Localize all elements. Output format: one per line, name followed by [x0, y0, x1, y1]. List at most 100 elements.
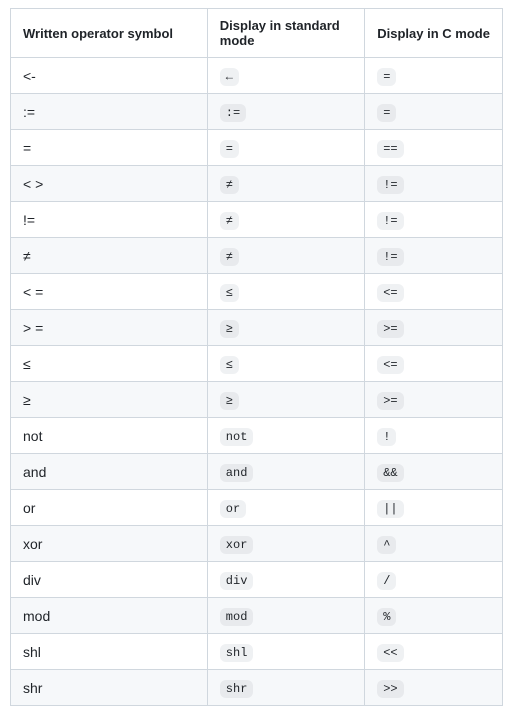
cell-cmode: !=: [365, 202, 503, 238]
cell-written: div: [11, 562, 208, 598]
cell-standard: ≠: [207, 166, 364, 202]
cell-cmode: %: [365, 598, 503, 634]
cmode-display: ==: [377, 140, 403, 158]
cell-standard: shl: [207, 634, 364, 670]
cell-standard: xor: [207, 526, 364, 562]
cell-cmode: &&: [365, 454, 503, 490]
cmode-display: !: [377, 428, 396, 446]
table-row: ≤ ≤ <=: [11, 346, 503, 382]
cell-written: shr: [11, 670, 208, 706]
cell-cmode: ^: [365, 526, 503, 562]
cell-standard: =: [207, 130, 364, 166]
standard-display: xor: [220, 536, 254, 554]
cell-written: <-: [11, 58, 208, 94]
table-row: < > ≠ !=: [11, 166, 503, 202]
table-header: Written operator symbol Display in stand…: [11, 9, 503, 58]
cell-cmode: =: [365, 94, 503, 130]
cmode-display: !=: [377, 248, 403, 266]
cell-standard: and: [207, 454, 364, 490]
standard-display: ≠: [220, 176, 239, 194]
cmode-display: >=: [377, 320, 403, 338]
cell-written: xor: [11, 526, 208, 562]
cell-cmode: <=: [365, 346, 503, 382]
cell-written: and: [11, 454, 208, 490]
table-row: shlshl<<: [11, 634, 503, 670]
cell-written: or: [11, 490, 208, 526]
standard-display: ≥: [220, 392, 239, 410]
cell-cmode: >>: [365, 670, 503, 706]
cell-written: < >: [11, 166, 208, 202]
cell-standard: :=: [207, 94, 364, 130]
cmode-display: >>: [377, 680, 403, 698]
table-row: :=:==: [11, 94, 503, 130]
cell-cmode: !: [365, 418, 503, 454]
written-operator: <-: [23, 68, 36, 84]
standard-display: ≥: [220, 320, 239, 338]
standard-display: and: [220, 464, 254, 482]
standard-display: ≠: [220, 212, 239, 230]
cell-standard: div: [207, 562, 364, 598]
table-row: xor xor ^: [11, 526, 503, 562]
cmode-display: &&: [377, 464, 403, 482]
cell-written: shl: [11, 634, 208, 670]
page-root: Written operator symbol Display in stand…: [0, 0, 513, 714]
cmode-display: ||: [377, 500, 403, 518]
cell-cmode: ==: [365, 130, 503, 166]
written-operator: > =: [23, 320, 43, 336]
written-operator: !=: [23, 212, 35, 228]
cmode-display: /: [377, 572, 396, 590]
cell-standard: mod: [207, 598, 364, 634]
table-row: <- ← =: [11, 58, 503, 94]
written-operator: shl: [23, 644, 41, 660]
cell-cmode: /: [365, 562, 503, 598]
cmode-display: !=: [377, 212, 403, 230]
table-row: and and &&: [11, 454, 503, 490]
cell-standard: or: [207, 490, 364, 526]
cell-cmode: <<: [365, 634, 503, 670]
cmode-display: =: [377, 104, 396, 122]
written-operator: =: [23, 140, 31, 156]
cmode-display: =: [377, 68, 396, 86]
cell-standard: shr: [207, 670, 364, 706]
operator-table: Written operator symbol Display in stand…: [10, 8, 503, 706]
standard-display: ←: [220, 68, 239, 86]
cmode-display: !=: [377, 176, 403, 194]
cell-standard: ≠: [207, 202, 364, 238]
standard-display: ≤: [220, 356, 239, 374]
standard-display: div: [220, 572, 254, 590]
table-body: <-←=:=:======< >≠!=!=≠!=≠≠!=< =≤<=> =≥>=…: [11, 58, 503, 706]
cmode-display: <=: [377, 356, 403, 374]
table-row: or or ||: [11, 490, 503, 526]
cell-cmode: !=: [365, 166, 503, 202]
standard-display: not: [220, 428, 254, 446]
written-operator: xor: [23, 536, 42, 552]
table-row: modmod%: [11, 598, 503, 634]
standard-display: ≤: [220, 284, 239, 302]
written-operator: ≤: [23, 356, 31, 372]
header-cmode: Display in C mode: [365, 9, 503, 58]
cmode-display: %: [377, 608, 396, 626]
cell-standard: ≥: [207, 310, 364, 346]
standard-display: or: [220, 500, 246, 518]
cell-standard: ←: [207, 58, 364, 94]
cell-standard: ≥: [207, 382, 364, 418]
cell-written: ≥: [11, 382, 208, 418]
cell-standard: not: [207, 418, 364, 454]
written-operator: < =: [23, 284, 43, 300]
standard-display: :=: [220, 104, 246, 122]
cell-cmode: =: [365, 58, 503, 94]
table-row: shrshr >>: [11, 670, 503, 706]
written-operator: or: [23, 500, 35, 516]
table-row: != ≠ !=: [11, 202, 503, 238]
cmode-display: ^: [377, 536, 396, 554]
cell-standard: ≠: [207, 238, 364, 274]
table-row: ====: [11, 130, 503, 166]
written-operator: div: [23, 572, 41, 588]
cell-written: < =: [11, 274, 208, 310]
standard-display: =: [220, 140, 239, 158]
cell-cmode: >=: [365, 382, 503, 418]
cell-cmode: <=: [365, 274, 503, 310]
standard-display: shr: [220, 680, 254, 698]
written-operator: and: [23, 464, 46, 480]
written-operator: ≠: [23, 248, 31, 264]
